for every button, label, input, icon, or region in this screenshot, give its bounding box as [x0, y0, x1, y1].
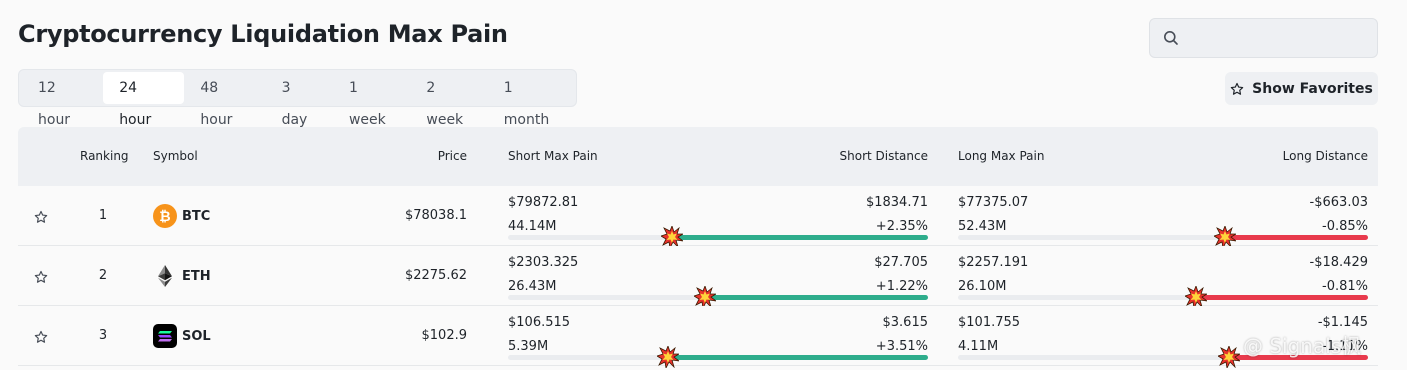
- tab-48-hour[interactable]: 48 hour: [184, 72, 265, 128]
- svg-text:₿: ₿: [159, 209, 170, 225]
- explosion-icon: [655, 344, 681, 370]
- ethereum-icon: [153, 264, 177, 288]
- table-row[interactable]: 1 ₿ BTC $78038.1 $79872.81 44.14M $1834.…: [18, 186, 1378, 250]
- explosion-icon: [659, 224, 685, 250]
- search-icon: [1164, 31, 1178, 45]
- header-long-max-pain[interactable]: Long Max Pain: [958, 149, 1044, 163]
- short-bar-fill: [671, 235, 928, 240]
- short-distance-percent: +2.35%: [875, 219, 928, 234]
- rank-cell: 2: [98, 268, 108, 283]
- short-max-pain-price: $79872.81: [508, 195, 579, 210]
- long-distance-value: -$18.429: [1309, 255, 1368, 270]
- short-bar-fill: [705, 295, 928, 300]
- show-favorites-button[interactable]: Show Favorites: [1225, 72, 1378, 105]
- long-bar-fill: [1224, 235, 1368, 240]
- favorite-star-icon[interactable]: [34, 269, 48, 288]
- long-max-pain-volume: 4.11M: [958, 339, 999, 354]
- price-cell: $2275.62: [404, 268, 467, 283]
- tab-2-week[interactable]: 2 week: [410, 72, 487, 128]
- short-distance-percent: +1.22%: [875, 279, 928, 294]
- long-distance-value: -$1.145: [1317, 315, 1368, 330]
- short-max-pain-volume: 26.43M: [508, 279, 557, 294]
- header-price[interactable]: Price: [438, 149, 467, 163]
- short-distance-percent: +3.51%: [875, 339, 928, 354]
- show-favorites-label: Show Favorites: [1252, 80, 1373, 97]
- header-ranking[interactable]: Ranking: [80, 149, 129, 163]
- search-input[interactable]: [1149, 18, 1378, 58]
- table-header: Ranking Symbol Price Short Max Pain Shor…: [18, 127, 1378, 186]
- tab-12-hour[interactable]: 12 hour: [22, 72, 103, 128]
- table-row[interactable]: 3 SOL $102.9 $106.515 5.39M $3.615 +3.51…: [18, 306, 1378, 370]
- star-icon: [1230, 82, 1244, 95]
- long-distance-value: -$663.03: [1309, 195, 1368, 210]
- symbol-cell[interactable]: SOL: [182, 329, 211, 344]
- bitcoin-icon: ₿: [153, 204, 177, 228]
- explosion-icon: [1212, 224, 1237, 250]
- symbol-cell[interactable]: BTC: [182, 209, 210, 224]
- price-cell: $102.9: [421, 328, 468, 343]
- watermark: @ Signals枫: [1243, 334, 1362, 358]
- header-short-max-pain[interactable]: Short Max Pain: [508, 149, 598, 163]
- long-distance-percent: -0.81%: [1322, 279, 1368, 294]
- tab-1-week[interactable]: 1 week: [333, 72, 410, 128]
- long-bar-fill: [1195, 295, 1368, 300]
- explosion-icon: [1183, 284, 1209, 310]
- table-body: 1 ₿ BTC $78038.1 $79872.81 44.14M $1834.…: [18, 186, 1378, 370]
- solana-icon: [153, 324, 177, 348]
- rank-cell: 3: [98, 328, 108, 343]
- favorite-star-icon[interactable]: [34, 209, 48, 228]
- long-max-pain-volume: 26.10M: [958, 279, 1007, 294]
- long-max-pain-price: $101.755: [958, 315, 1021, 330]
- max-pain-table: Ranking Symbol Price Short Max Pain Shor…: [18, 127, 1378, 370]
- tab-1-month[interactable]: 1 month: [488, 72, 573, 128]
- short-max-pain-price: $2303.325: [508, 255, 579, 270]
- price-cell: $78038.1: [404, 208, 467, 223]
- short-max-pain-volume: 44.14M: [508, 219, 557, 234]
- header-short-distance[interactable]: Short Distance: [840, 149, 929, 163]
- long-max-pain-price: $77375.07: [958, 195, 1029, 210]
- symbol-cell[interactable]: ETH: [182, 269, 211, 284]
- short-bar-fill: [667, 355, 928, 360]
- tab-24-hour[interactable]: 24 hour: [103, 72, 185, 128]
- explosion-icon: [693, 284, 718, 310]
- favorite-star-icon[interactable]: [34, 329, 48, 348]
- short-max-pain-price: $106.515: [508, 315, 571, 330]
- header-symbol[interactable]: Symbol: [153, 149, 198, 163]
- rank-cell: 1: [98, 208, 108, 223]
- long-max-pain-volume: 52.43M: [958, 219, 1007, 234]
- short-max-pain-volume: 5.39M: [508, 339, 549, 354]
- short-distance-value: $1834.71: [865, 195, 928, 210]
- header-long-distance[interactable]: Long Distance: [1283, 149, 1368, 163]
- table-row[interactable]: 2 ETH $2275.62 $2303.325 26.43M $27.705 …: [18, 246, 1378, 310]
- tab-3-day[interactable]: 3 day: [266, 72, 333, 128]
- explosion-icon: [1216, 344, 1242, 370]
- timeframe-tabs: 12 hour 24 hour 48 hour 3 day 1 week 2 week 1 …: [18, 69, 577, 128]
- page-title: Cryptocurrency Liquidation Max Pain: [18, 20, 508, 48]
- long-distance-percent: -0.85%: [1322, 219, 1368, 234]
- short-distance-value: $27.705: [874, 255, 928, 270]
- short-distance-value: $3.615: [882, 315, 929, 330]
- long-max-pain-price: $2257.191: [958, 255, 1029, 270]
